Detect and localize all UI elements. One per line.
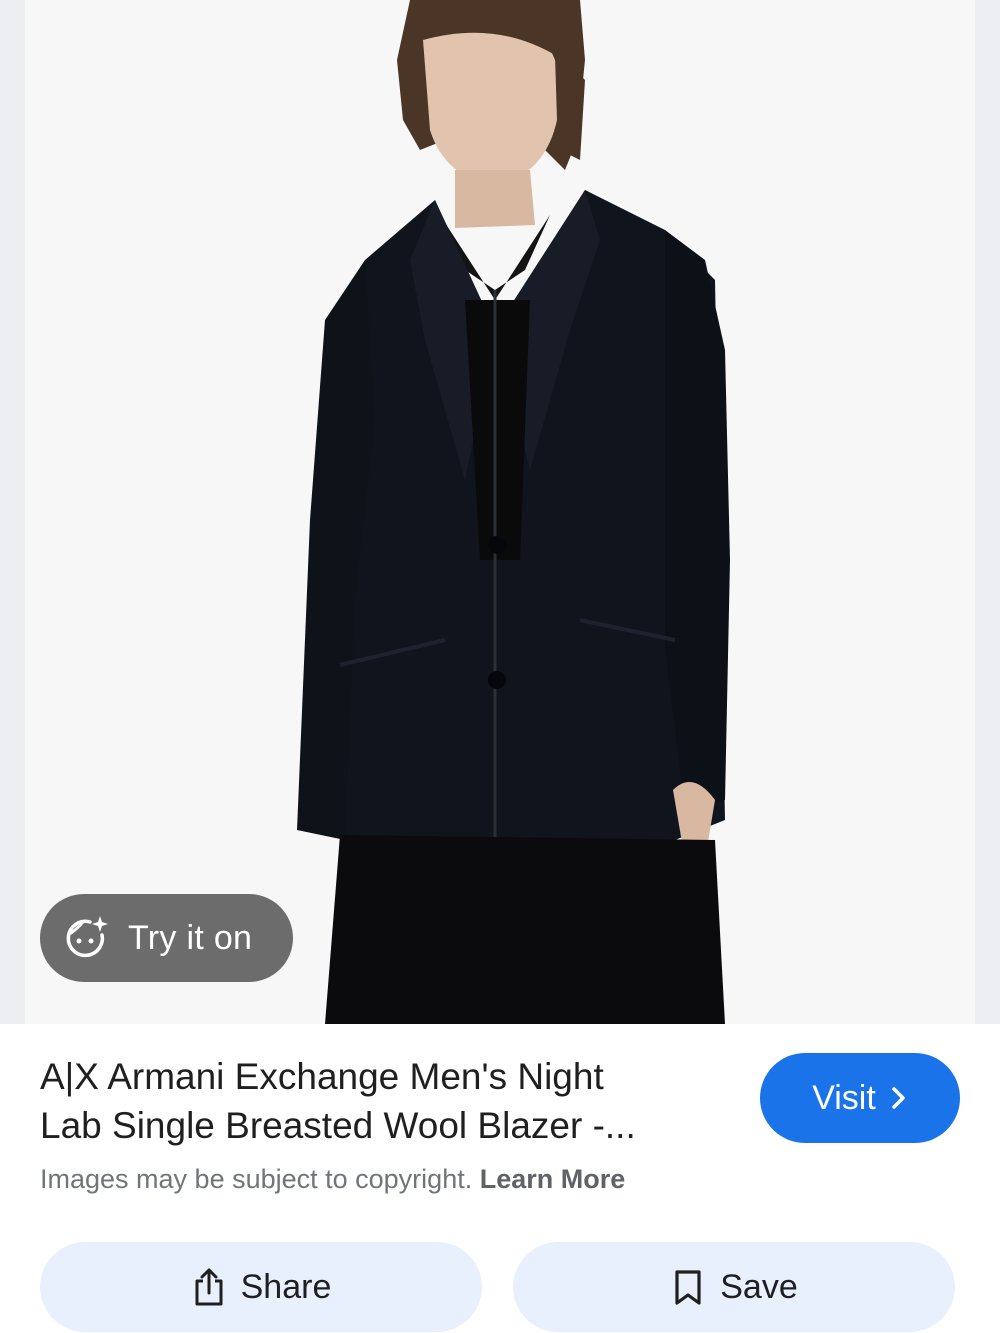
visit-label: Visit	[812, 1078, 876, 1117]
product-title[interactable]: A|X Armani Exchange Men's Night Lab Sing…	[40, 1052, 720, 1150]
face-sparkle-icon	[66, 916, 108, 958]
copyright-notice: Images may be subject to copyright. Lear…	[40, 1164, 740, 1195]
copyright-text: Images may be subject to copyright.	[40, 1164, 473, 1194]
learn-more-link[interactable]: Learn More	[480, 1164, 626, 1194]
share-label: Share	[240, 1267, 332, 1306]
product-title-line-1: A|X Armani Exchange Men's Night	[40, 1056, 604, 1097]
product-title-line-2: Lab Single Breasted Wool Blazer -...	[40, 1105, 636, 1146]
try-it-on-label: Try it on	[128, 918, 253, 957]
image-viewer-page: Try it on A|X Armani Exchange Men's Nigh…	[0, 0, 1000, 1333]
share-icon	[195, 1268, 223, 1306]
product-image	[25, 0, 975, 1024]
save-label: Save	[720, 1267, 798, 1306]
try-it-on-button[interactable]: Try it on	[40, 894, 293, 982]
visit-button[interactable]: Visit	[760, 1053, 960, 1143]
image-area: Try it on	[0, 0, 1000, 1024]
share-button[interactable]: Share	[40, 1242, 482, 1332]
save-button[interactable]: Save	[513, 1242, 955, 1332]
chevron-right-icon	[892, 1087, 905, 1109]
bookmark-icon	[675, 1270, 701, 1305]
product-image-frame[interactable]	[25, 0, 975, 1024]
